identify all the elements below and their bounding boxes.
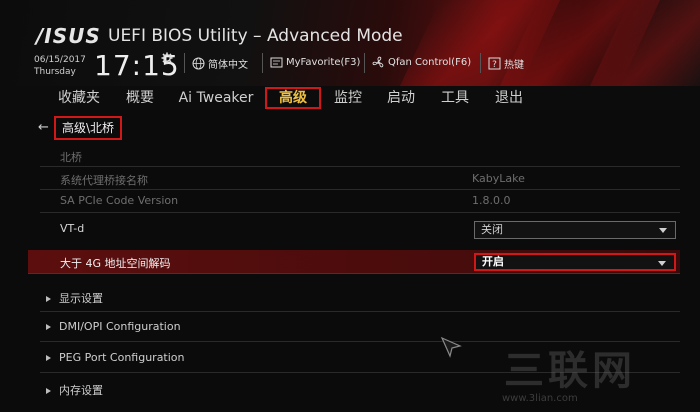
qfan-label: Qfan Control(F6) bbox=[388, 57, 472, 68]
chevron-down-icon bbox=[659, 228, 667, 233]
setting-label-vtd: VT-d bbox=[60, 222, 85, 235]
tab-advanced[interactable]: 高级 bbox=[265, 87, 321, 109]
submenu-label: PEG Port Configuration bbox=[59, 351, 185, 364]
submenu-label: 内存设置 bbox=[59, 384, 103, 397]
fan-icon bbox=[372, 56, 384, 68]
vtd-select-value: 关闭 bbox=[481, 223, 503, 236]
submenu-peg-port[interactable]: PEG Port Configuration bbox=[46, 351, 185, 364]
breadcrumb: 高级\北桥 bbox=[54, 116, 123, 140]
submenu-memory-settings[interactable]: 内存设置 bbox=[46, 382, 103, 398]
tab-favorites[interactable]: 收藏夹 bbox=[52, 87, 106, 109]
svg-text:?: ? bbox=[492, 60, 497, 70]
tab-boot[interactable]: 启动 bbox=[381, 87, 421, 109]
expand-arrow-icon bbox=[46, 355, 51, 361]
above-4g-select[interactable]: 开启 bbox=[474, 253, 676, 271]
above-4g-select-value: 开启 bbox=[482, 255, 504, 268]
tab-tool[interactable]: 工具 bbox=[435, 87, 475, 109]
divider bbox=[40, 311, 680, 312]
tab-overview[interactable]: 概要 bbox=[120, 87, 160, 109]
expand-arrow-icon bbox=[46, 296, 51, 302]
asus-logo: /ISUS bbox=[36, 24, 101, 48]
submenu-dmi-opi[interactable]: DMI/OPI Configuration bbox=[46, 320, 181, 333]
date-display: 06/15/2017 Thursday bbox=[34, 54, 86, 78]
divider bbox=[40, 212, 680, 213]
watermark-logo: 三联网 bbox=[504, 348, 636, 394]
info-value-bridge-name: KabyLake bbox=[472, 172, 525, 185]
gear-icon[interactable] bbox=[161, 52, 173, 64]
header-separator bbox=[262, 53, 263, 73]
submenu-label: 显示设置 bbox=[59, 292, 103, 305]
hotkey-button[interactable]: ? 热键 bbox=[488, 56, 524, 71]
globe-icon bbox=[192, 57, 205, 70]
myfavorite-button[interactable]: MyFavorite(F3) bbox=[270, 56, 360, 69]
mouse-cursor-icon bbox=[440, 336, 462, 358]
expand-arrow-icon bbox=[46, 388, 51, 394]
date-text: 06/15/2017 bbox=[34, 55, 86, 65]
weekday-text: Thursday bbox=[34, 67, 76, 77]
hotkey-label: 热键 bbox=[504, 60, 524, 71]
info-label-bridge-name: 系统代理桥接名称 bbox=[60, 174, 148, 187]
expand-arrow-icon bbox=[46, 324, 51, 330]
myfavorite-label: MyFavorite(F3) bbox=[286, 57, 361, 68]
info-value-pcie-version: 1.8.0.0 bbox=[472, 194, 511, 207]
language-label: 简体中文 bbox=[208, 60, 248, 71]
watermark-url: www.3lian.com bbox=[502, 393, 578, 404]
tab-exit[interactable]: 退出 bbox=[489, 87, 529, 109]
help-icon: ? bbox=[488, 57, 501, 70]
submenu-label: DMI/OPI Configuration bbox=[59, 320, 181, 333]
qfan-button[interactable]: Qfan Control(F6) bbox=[372, 56, 471, 69]
back-arrow-icon[interactable]: ← bbox=[38, 120, 49, 135]
divider bbox=[40, 189, 680, 190]
tab-ai-tweaker[interactable]: Ai Tweaker bbox=[176, 87, 256, 109]
chevron-down-icon bbox=[658, 261, 666, 266]
header-separator bbox=[364, 53, 365, 73]
divider bbox=[40, 166, 680, 167]
header-separator bbox=[480, 53, 481, 73]
language-button[interactable]: 简体中文 bbox=[192, 56, 248, 71]
tab-monitor[interactable]: 监控 bbox=[328, 87, 368, 109]
info-label-pcie-version: SA PCIe Code Version bbox=[60, 194, 179, 207]
favorite-icon bbox=[270, 57, 283, 68]
vtd-select[interactable]: 关闭 bbox=[474, 221, 676, 239]
section-title: 北桥 bbox=[60, 151, 82, 164]
header-separator bbox=[184, 53, 185, 73]
submenu-display-settings[interactable]: 显示设置 bbox=[46, 290, 103, 306]
app-title: UEFI BIOS Utility – Advanced Mode bbox=[108, 26, 403, 46]
setting-label-above-4g: 大于 4G 地址空间解码 bbox=[60, 257, 171, 270]
